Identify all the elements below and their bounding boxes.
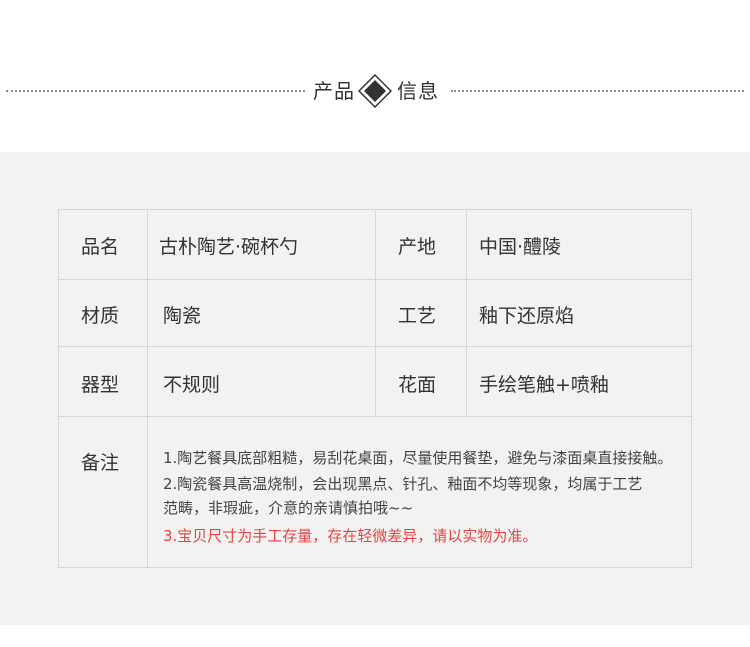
header-title-right: 信息 (397, 79, 439, 103)
note-line-4-warning: 3.宝贝尺寸为手工存量，存在轻微差异，请以实物为准。 (163, 527, 538, 545)
table-divider (375, 210, 376, 416)
value-name: 古朴陶艺·碗杯勺 (159, 236, 299, 258)
page-bottom (0, 625, 750, 647)
table-divider (466, 210, 467, 416)
table-divider (59, 416, 691, 417)
value-pattern: 手绘笔触+喷釉 (479, 374, 609, 396)
section-header: 产品 信息 (0, 0, 750, 152)
dotted-divider-right (451, 90, 744, 92)
label-name: 品名 (81, 236, 120, 258)
table-divider (147, 210, 148, 567)
label-craft: 工艺 (398, 305, 437, 327)
label-pattern: 花面 (398, 374, 437, 396)
note-line-2: 2.陶瓷餐具高温烧制，会出现黑点、针孔、釉面不均等现象，均属于工艺 (163, 475, 643, 493)
label-origin: 产地 (398, 236, 437, 258)
table-divider (59, 279, 691, 280)
note-line-1: 1.陶艺餐具底部粗糙，易刮花桌面，尽量使用餐垫，避免与漆面桌直接接触。 (163, 449, 673, 467)
diamond-icon (357, 73, 393, 109)
label-shape: 器型 (81, 374, 120, 396)
label-material: 材质 (81, 305, 120, 327)
table-divider (59, 346, 691, 347)
value-craft: 釉下还原焰 (479, 305, 575, 327)
label-notes: 备注 (81, 452, 120, 474)
header-title-left: 产品 (313, 79, 355, 103)
note-line-3: 范畴，非瑕疵，介意的亲请慎拍哦~~ (163, 499, 414, 517)
value-origin: 中国·醴陵 (479, 236, 562, 258)
value-material: 陶瓷 (163, 305, 202, 327)
dotted-divider-left (6, 90, 305, 92)
info-panel: 品名 古朴陶艺·碗杯勺 产地 中国·醴陵 材质 陶瓷 工艺 釉下还原焰 器型 不… (0, 152, 750, 625)
value-shape: 不规则 (163, 374, 221, 396)
